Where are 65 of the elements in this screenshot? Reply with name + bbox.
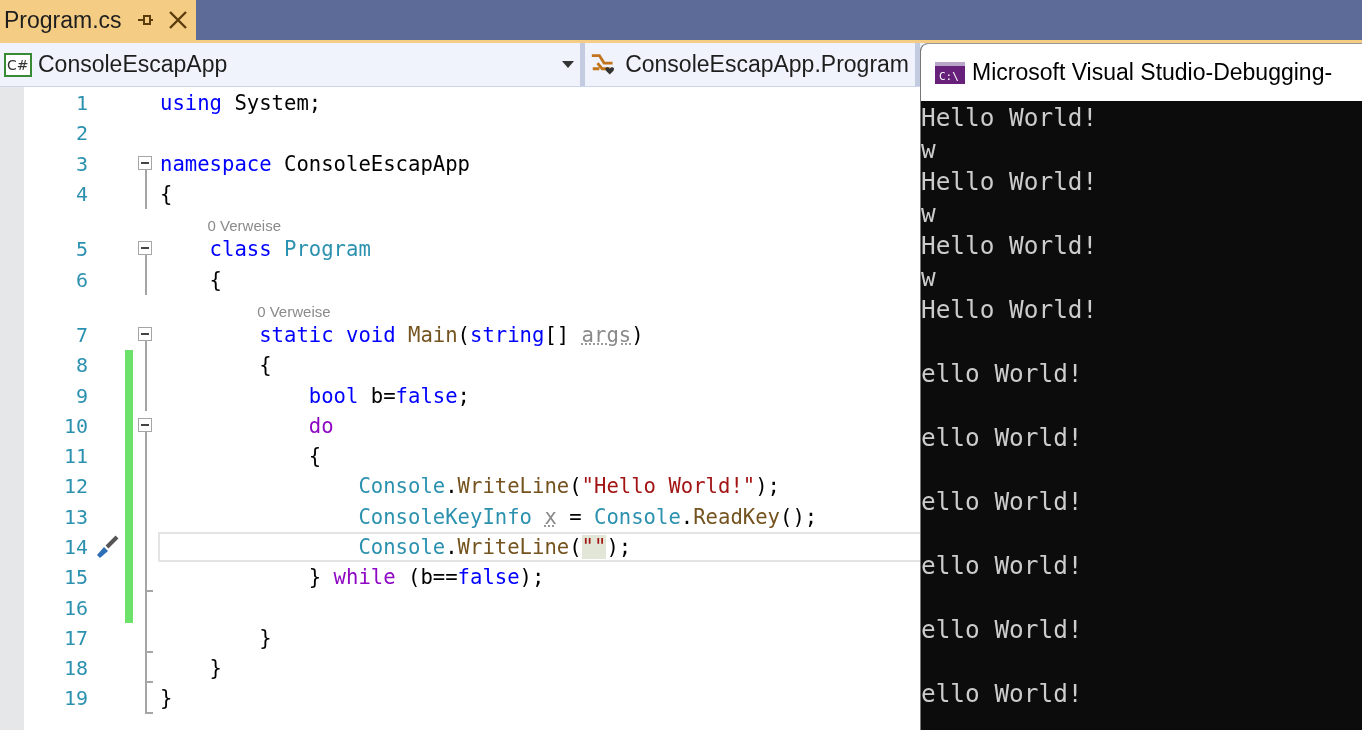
line-number: 3 (74, 151, 88, 176)
code-line: { (160, 182, 173, 207)
console-output-line: w (921, 135, 936, 164)
line-number: 11 (62, 444, 88, 469)
collapse-toggle[interactable] (138, 326, 152, 341)
console-output-line: w (921, 199, 936, 228)
console-output-line: ello World! (921, 615, 1083, 644)
line-number: 9 (74, 383, 88, 408)
line-number: 15 (62, 565, 88, 590)
code-line: static void Main(string[] args) (259, 322, 644, 347)
code-line: Console.WriteLine("Hello World!"); (358, 474, 780, 499)
code-line: Console.WriteLine(""); (358, 535, 632, 559)
console-output-line: w (921, 263, 936, 292)
line-number: 7 (74, 322, 88, 347)
code-line: } (160, 686, 173, 711)
console-output-line: ello World! (921, 679, 1083, 708)
line-number: 12 (62, 474, 88, 499)
code-line: namespace ConsoleEscapApp (160, 151, 470, 176)
code-line: ConsoleKeyInfo x = Console.ReadKey(); (358, 504, 818, 529)
reference-count[interactable]: 0 Verweise (257, 302, 331, 320)
code-line: do (308, 413, 334, 438)
file-tab[interactable]: Program.cs (0, 0, 196, 40)
console-app-icon: C:\ (934, 60, 966, 85)
line-number: 4 (74, 182, 88, 207)
console-output-line: Hello World! (921, 167, 1098, 196)
code-line: { (209, 267, 222, 292)
line-number: 13 (62, 504, 88, 529)
reference-count[interactable]: 0 Verweise (207, 217, 281, 235)
project-name: ConsoleEscapApp (38, 51, 228, 78)
line-number: 17 (62, 625, 88, 650)
code-line: } (259, 625, 272, 650)
console-output-line: Hello World! (921, 295, 1098, 324)
console-title: Microsoft Visual Studio-Debugging- (972, 59, 1333, 86)
line-number: 18 (62, 656, 88, 681)
console-output-line: ello World! (921, 359, 1083, 388)
tab-title: Program.cs (4, 6, 122, 34)
type-name: ConsoleEscapApp.Program (625, 51, 909, 78)
console-output-line: ello World! (921, 487, 1083, 516)
code-line: } (209, 656, 222, 681)
screwdriver-icon (96, 535, 118, 558)
csharp-file-icon: C# (4, 52, 32, 77)
code-line: } while (b==false); (308, 565, 545, 590)
line-number: 6 (74, 267, 88, 292)
collapse-toggle[interactable] (138, 241, 152, 256)
collapse-toggle[interactable] (138, 155, 152, 170)
console-output-line: ello World! (921, 423, 1083, 452)
line-number: 8 (74, 353, 88, 378)
line-number: 1 (74, 91, 88, 116)
line-number: 10 (62, 413, 88, 438)
close-icon[interactable] (167, 10, 188, 30)
code-line: { (308, 444, 322, 469)
collapse-toggle[interactable] (138, 417, 152, 432)
line-number: 16 (62, 595, 88, 620)
console-output-line: ello World! (921, 551, 1083, 580)
console-output-line: Hello World! (921, 231, 1098, 260)
dropdown-caret-icon (562, 60, 574, 69)
code-line: using System; (160, 91, 322, 116)
line-number: 19 (62, 686, 88, 711)
console-output-line: Hello World! (921, 103, 1098, 132)
code-line: { (259, 353, 272, 378)
code-line: bool b=false; (308, 383, 470, 408)
line-number: 5 (74, 237, 88, 262)
code-line: class Program (209, 237, 371, 262)
line-number: 14 (62, 535, 88, 559)
line-number: 2 (74, 121, 88, 146)
